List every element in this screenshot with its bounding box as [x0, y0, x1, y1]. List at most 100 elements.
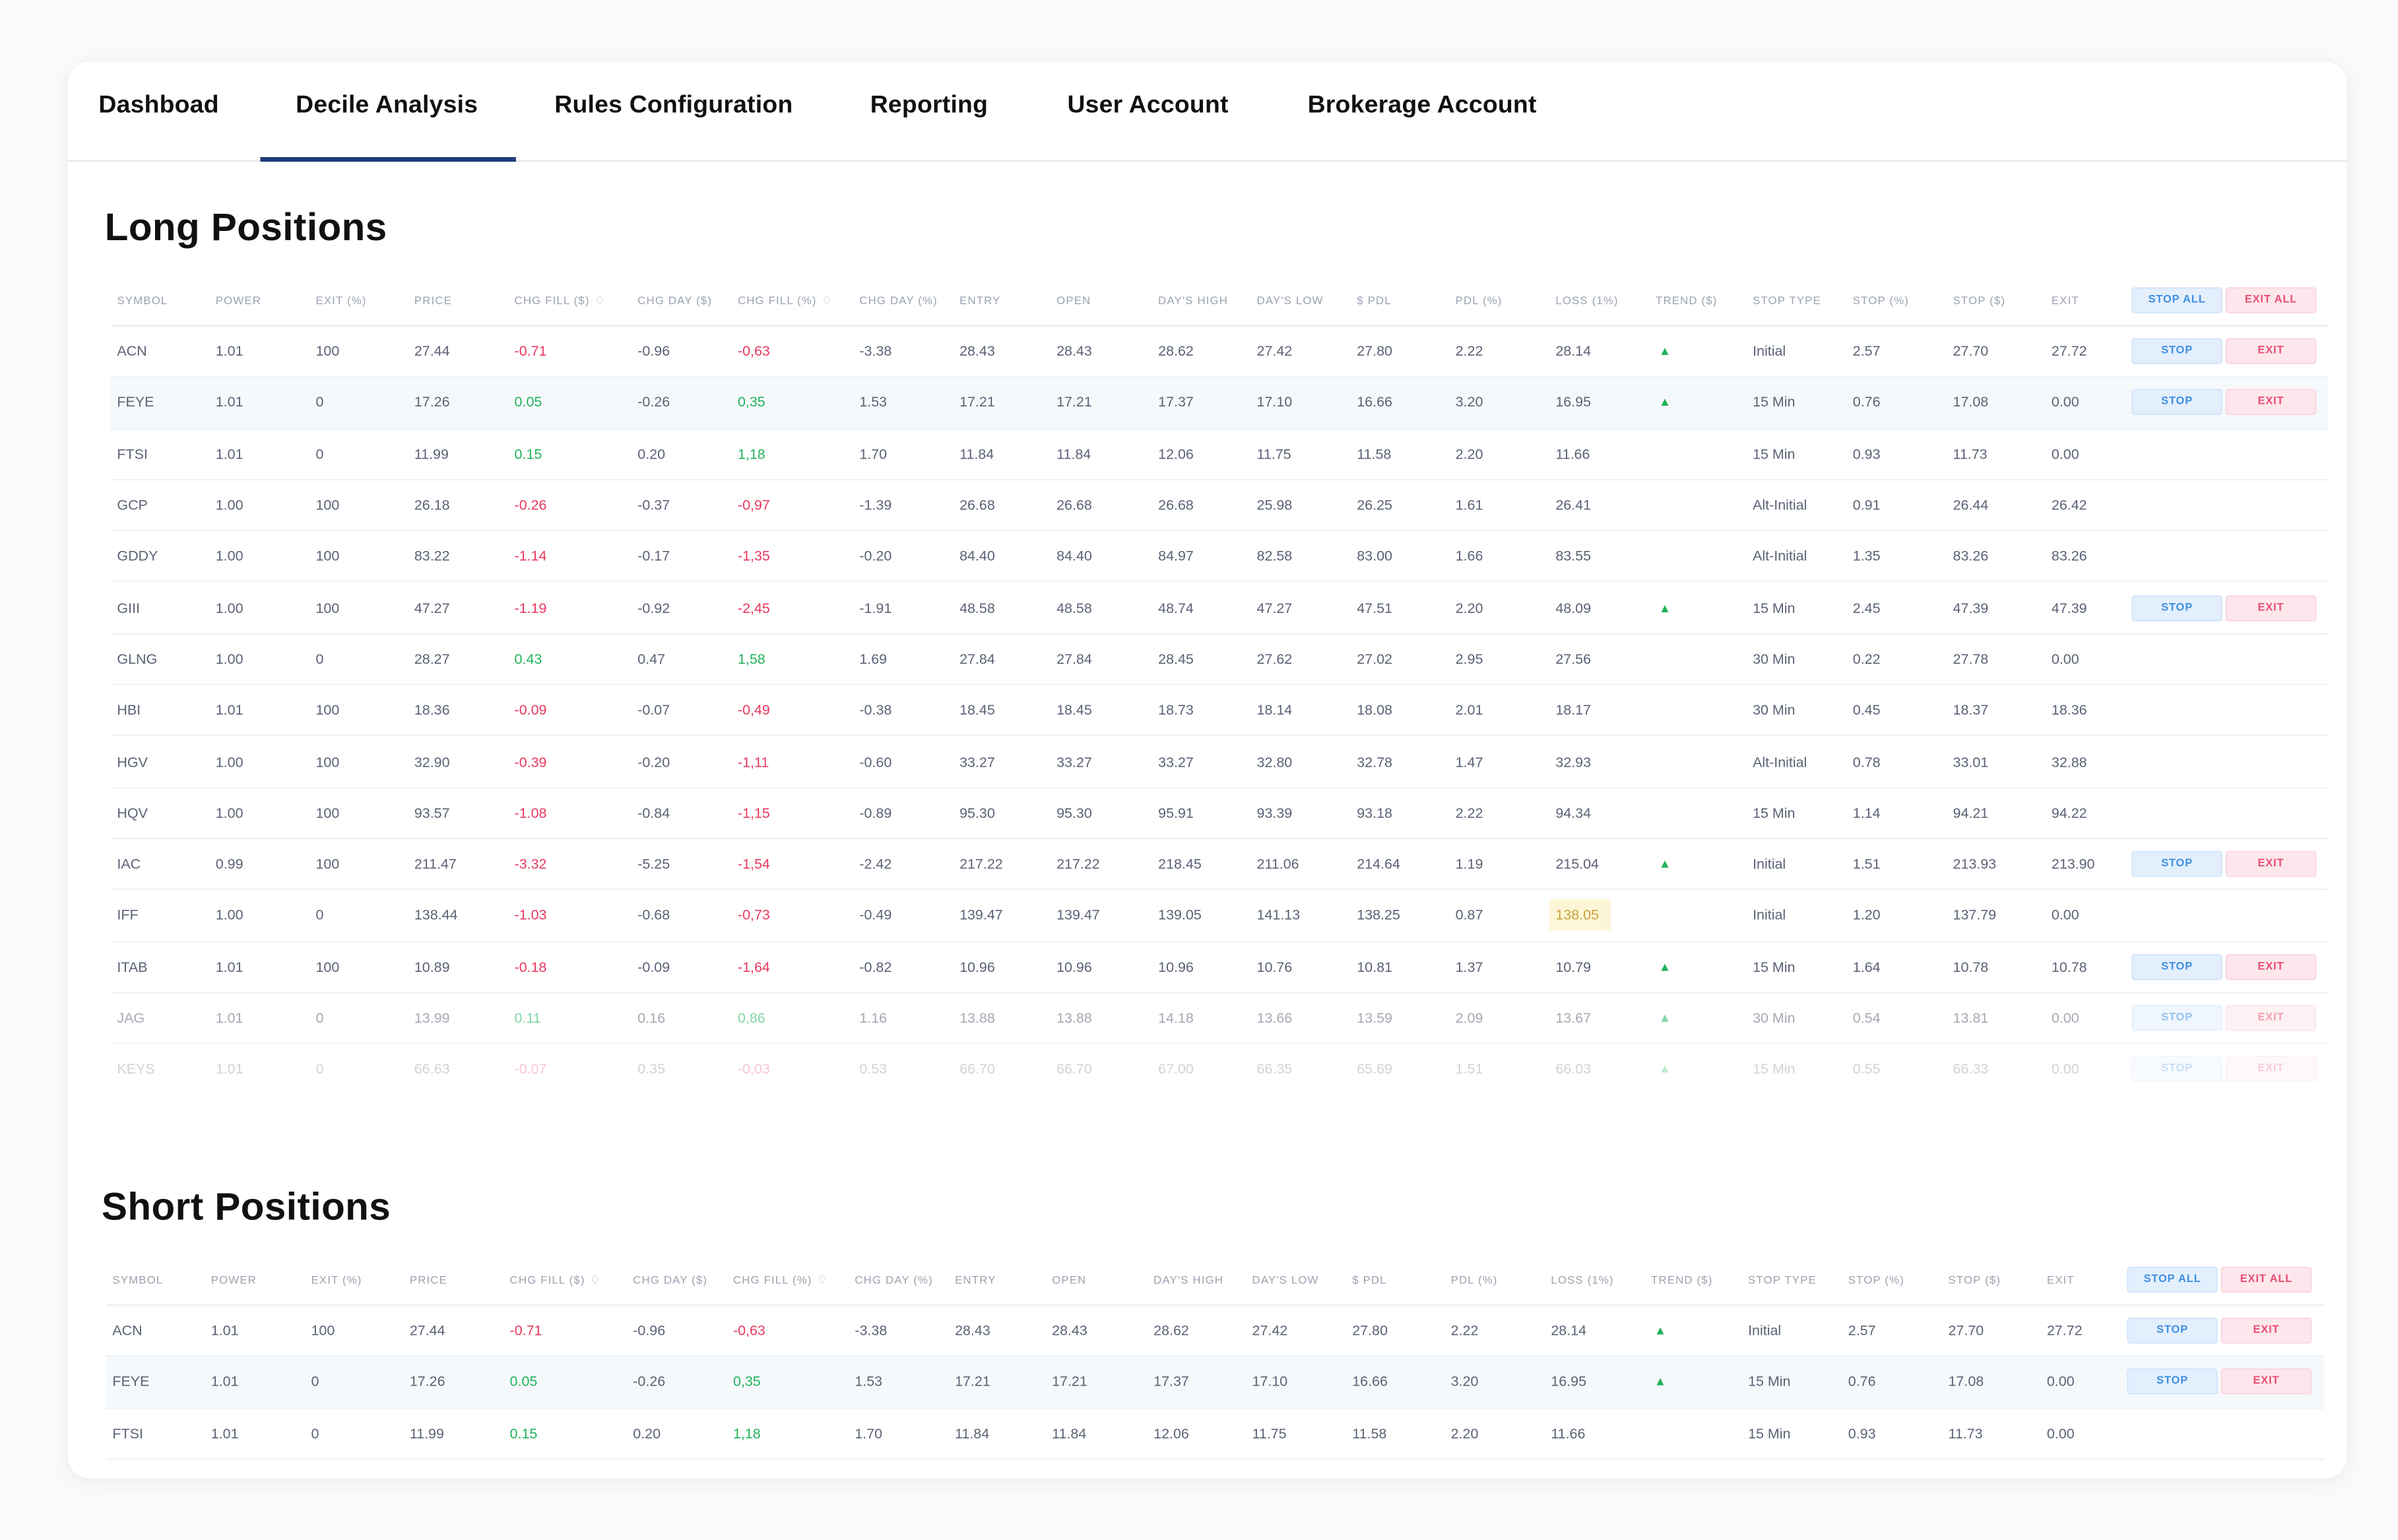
cell-price: 17.26 [409, 1374, 445, 1390]
table-row[interactable]: JAG 1.01 0 13.99 0.11 0.16 0,86 1.16 13.88 13.88 1… [111, 993, 2329, 1044]
cell-stop-type: Initial [1748, 1323, 1782, 1339]
table-row[interactable]: GDDY 1.00 100 83.22 -1.14 -0.17 -1,35 -0.20 84.4… [111, 532, 2329, 583]
column-header-label: STOP ($) [1953, 293, 2006, 307]
cell-stop-pct: 2.57 [1848, 1323, 1876, 1339]
table-row[interactable]: FTSI 1.01 0 11.99 0.15 0.20 1,18 1.70 11.84 11.84… [111, 429, 2329, 480]
table-row[interactable]: IAC 0.99 100 211.47 -3.32 -5.25 -1,54 -2.42 217.… [111, 839, 2329, 891]
cell-entry: 10.96 [959, 959, 995, 975]
column-header-chg-fill-usd[interactable]: CHG FILL ($) ♢ [510, 1273, 602, 1287]
exit-button[interactable]: EXIT [2220, 1368, 2312, 1396]
column-header-chg-fill-usd[interactable]: CHG FILL ($) ♢ [515, 294, 606, 307]
cell-exit: 26.42 [2051, 497, 2087, 513]
cell-open: 33.27 [1056, 754, 1092, 769]
cell-days-low: 211.06 [1256, 856, 1299, 872]
cell-pdl-pct: 3.20 [1450, 1374, 1479, 1390]
exit-button[interactable]: EXIT [2225, 850, 2317, 878]
cell-exit: 0.00 [2051, 395, 2079, 410]
table-header-row: SYMBOL POWER EXIT (%) PRICE CHG FILL ($) ♢ CHG… [111, 276, 2329, 327]
sort-icon[interactable]: ♢ [817, 1273, 829, 1287]
cell-pdl-pct: 2.22 [1455, 805, 1483, 821]
tab-rules-configuration[interactable]: Rules Configuration [554, 92, 793, 120]
cell-chg-day-usd: -0.07 [637, 702, 670, 719]
stop-button[interactable]: STOP [2131, 953, 2222, 980]
exit-button[interactable]: EXIT [2220, 1318, 2312, 1344]
stop-button[interactable]: STOP [2131, 1056, 2222, 1083]
column-header-entry: ENTRY [955, 1273, 996, 1287]
stop-button[interactable]: STOP [2127, 1368, 2218, 1396]
tab-user-account[interactable]: User Account [1067, 92, 1228, 120]
column-header-days-high: DAY'S HIGH [1153, 1273, 1223, 1287]
cell-stop-usd: 17.08 [1948, 1374, 1984, 1390]
stop-button[interactable]: STOP [2131, 1004, 2222, 1031]
sort-icon[interactable]: ♢ [595, 294, 606, 307]
tab-reporting[interactable]: Reporting [870, 92, 988, 120]
table-row[interactable]: FEYE 1.01 0 17.26 0.05 -0.26 0,35 1.53 17.21 17.2… [106, 1357, 2325, 1409]
cell-open: 18.45 [1056, 702, 1092, 719]
cell-chg-day-usd: -0.96 [633, 1323, 666, 1339]
table-row[interactable]: FEYE 1.01 0 17.26 0.05 -0.26 0,35 1.53 17.21 17.2… [111, 377, 2329, 430]
table-row-partial [106, 1460, 2324, 1478]
cell-open: 48.58 [1056, 600, 1092, 616]
cell-stop-type: 30 Min [1753, 1010, 1796, 1026]
exit-button[interactable]: EXIT [2225, 338, 2317, 365]
cell-chg-fill-usd: -0.26 [514, 497, 547, 513]
table-row[interactable]: GLNG 1.00 0 28.27 0.43 0.47 1,58 1.69 27.84 27.84… [111, 634, 2329, 686]
cell-pdl-pct: 1.47 [1455, 754, 1483, 769]
trend-up-icon: ▲ [1658, 959, 1671, 974]
cell-loss: 94.34 [1555, 805, 1592, 821]
table-row[interactable]: HQV 1.00 100 93.57 -1.08 -0.84 -1,15 -0.89 95.30… [111, 788, 2329, 839]
cell-symbol: FTSI [112, 1425, 143, 1442]
sort-icon[interactable]: ♢ [822, 294, 833, 307]
tab-dashboard[interactable]: Dashboad [98, 92, 218, 120]
cell-chg-day-pct: 1.53 [855, 1374, 883, 1390]
column-header-chg-fill-pct[interactable]: CHG FILL (%) ♢ [733, 1273, 829, 1287]
exit-all-button[interactable]: EXIT ALL [2225, 287, 2317, 313]
table-row[interactable]: IFF 1.00 0 138.44 -1.03 -0.68 -0,73 -0.49 139.47… [111, 891, 2329, 942]
cell-stop-usd: 137.79 [1953, 907, 1997, 924]
column-header-label: CHG DAY ($) [633, 1273, 708, 1287]
exit-all-button[interactable]: EXIT ALL [2220, 1266, 2312, 1293]
exit-button[interactable]: EXIT [2225, 953, 2317, 980]
exit-button[interactable]: EXIT [2225, 1056, 2317, 1083]
cell-entry: 66.70 [959, 1061, 995, 1077]
table-row[interactable]: KEYS 1.01 0 66.63 -0.07 0.35 -0,03 0.53 66.70 66.… [111, 1044, 2329, 1096]
cell-pdl-usd: 16.66 [1357, 395, 1392, 410]
stop-button[interactable]: STOP [2131, 338, 2222, 365]
cell-chg-fill-pct: -1,11 [737, 754, 769, 769]
cell-symbol: FTSI [117, 446, 148, 462]
table-row[interactable]: ITAB 1.01 100 10.89 -0.18 -0.09 -1,64 -0.82 10.9… [111, 942, 2329, 994]
exit-button[interactable]: EXIT [2225, 1004, 2317, 1031]
column-header-label: DAY'S LOW [1252, 1273, 1319, 1287]
cell-days-low: 27.42 [1256, 343, 1293, 360]
stop-all-button[interactable]: STOP ALL [2127, 1266, 2218, 1293]
cell-loss: 27.56 [1555, 651, 1592, 667]
stop-all-button[interactable]: STOP ALL [2131, 287, 2222, 313]
table-row[interactable]: GIII 1.00 100 47.27 -1.19 -0.92 -2,45 -1.91 48.5… [111, 583, 2329, 635]
stop-button[interactable]: STOP [2131, 594, 2222, 621]
column-header-label: EXIT [2051, 293, 2079, 307]
table-row[interactable]: HGV 1.00 100 32.90 -0.39 -0.20 -1,11 -0.60 33.27… [111, 737, 2329, 788]
tab-brokerage-account[interactable]: Brokerage Account [1308, 92, 1537, 120]
stop-button[interactable]: STOP [2127, 1318, 2218, 1344]
cell-exit: 0.00 [2046, 1425, 2075, 1442]
sort-icon[interactable]: ♢ [590, 1273, 602, 1287]
cell-loss: 18.17 [1555, 702, 1592, 719]
table-row[interactable]: ACN 1.01 100 27.44 -0.71 -0.96 -0,63 -3.38 28.43… [111, 327, 2329, 378]
trend-up-icon: ▲ [1654, 1375, 1667, 1390]
table-row[interactable]: HBI 1.01 100 18.36 -0.09 -0.07 -0,49 -0.38 18.45… [111, 686, 2329, 737]
cell-stop-usd: 10.78 [1953, 959, 1989, 975]
stop-button[interactable]: STOP [2131, 389, 2222, 416]
exit-button[interactable]: EXIT [2225, 389, 2317, 416]
table-row[interactable]: ACN 1.01 100 27.44 -0.71 -0.96 -0,63 -3.38 28.43… [106, 1306, 2325, 1357]
tab-decile-analysis[interactable]: Decile Analysis [260, 92, 517, 161]
table-row[interactable]: GCP 1.00 100 26.18 -0.26 -0.37 -0,97 -1.39 26.68… [111, 480, 2329, 532]
table-row[interactable]: FTSI 1.01 0 11.99 0.15 0.20 1,18 1.70 11.84 11.84… [106, 1409, 2325, 1460]
column-header-label: STOP (%) [1848, 1273, 1904, 1287]
column-header-chg-fill-pct[interactable]: CHG FILL (%) ♢ [738, 294, 833, 307]
cell-pdl-usd: 214.64 [1357, 856, 1400, 872]
cell-pdl-usd: 18.08 [1357, 702, 1392, 719]
cell-loss: 11.66 [1551, 1425, 1586, 1442]
exit-button[interactable]: EXIT [2225, 594, 2317, 621]
column-header-days-low: DAY'S LOW [1252, 1273, 1319, 1287]
stop-button[interactable]: STOP [2131, 850, 2222, 878]
